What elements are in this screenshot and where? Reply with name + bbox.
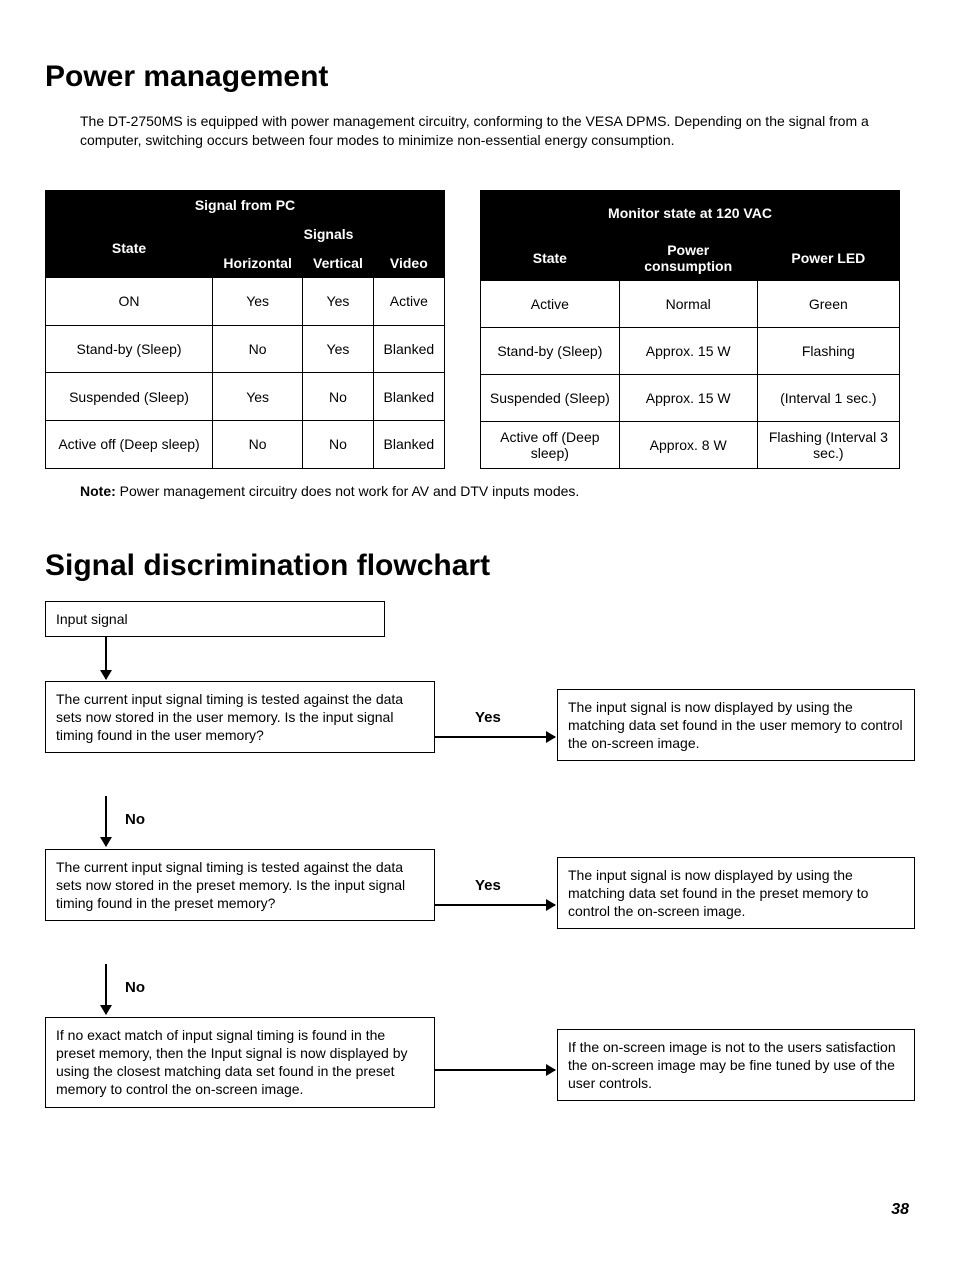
col-power-consumption: Power consumption <box>619 235 757 280</box>
page-number: 38 <box>45 1201 909 1219</box>
flowchart: Input signal The current input signal ti… <box>45 601 915 1171</box>
arrow-down-icon <box>105 796 107 846</box>
label-yes: Yes <box>475 709 501 726</box>
table-row: Suspended (Sleep)YesNoBlanked <box>46 373 445 421</box>
arrow-right-icon <box>435 1069 555 1071</box>
flow-box-user-memory-display: The input signal is now displayed by usi… <box>557 689 915 762</box>
label-yes: Yes <box>475 877 501 894</box>
heading-signal-discrimination: Signal discrimination flowchart <box>45 549 909 583</box>
arrow-right-icon <box>435 736 555 738</box>
label-no: No <box>125 979 145 996</box>
flow-box-preset-memory-test: The current input signal timing is teste… <box>45 849 435 922</box>
intro-paragraph: The DT-2750MS is equipped with power man… <box>80 112 909 150</box>
table-row: ONYesYesActive <box>46 277 445 325</box>
flow-box-user-memory-test: The current input signal timing is teste… <box>45 681 435 754</box>
col-power-led: Power LED <box>757 235 899 280</box>
table-signal-from-pc: Signal from PC State Signals Horizontal … <box>45 190 445 469</box>
flow-box-preset-memory-display: The input signal is now displayed by usi… <box>557 857 915 930</box>
col-state2: State <box>481 235 620 280</box>
table-monitor-state: Monitor state at 120 VAC State Power con… <box>480 190 900 469</box>
col-signals: Signals <box>213 219 445 248</box>
flow-box-input-signal: Input signal <box>45 601 385 637</box>
flow-box-closest-match: If no exact match of input signal timing… <box>45 1017 435 1108</box>
note-label: Note: <box>80 483 120 499</box>
table-row: Stand-by (Sleep)NoYesBlanked <box>46 325 445 373</box>
table-row: ActiveNormalGreen <box>481 280 900 327</box>
table-row: Stand-by (Sleep)Approx. 15 WFlashing <box>481 327 900 374</box>
heading-power-management: Power management <box>45 60 909 94</box>
col-video: Video <box>373 248 444 277</box>
col-state: State <box>46 219 213 277</box>
table2-caption: Monitor state at 120 VAC <box>481 190 900 235</box>
arrow-right-icon <box>435 904 555 906</box>
table1-caption: Signal from PC <box>46 190 445 219</box>
label-no: No <box>125 811 145 828</box>
note-text: Power management circuitry does not work… <box>120 483 580 499</box>
tables-container: Signal from PC State Signals Horizontal … <box>45 190 909 469</box>
arrow-down-icon <box>105 637 107 679</box>
table-row: Active off (Deep sleep)NoNoBlanked <box>46 421 445 469</box>
arrow-down-icon <box>105 964 107 1014</box>
flow-box-fine-tune: If the on-screen image is not to the use… <box>557 1029 915 1102</box>
col-vertical: Vertical <box>303 248 373 277</box>
table-row: Active off (Deep sleep)Approx. 8 WFlashi… <box>481 421 900 468</box>
table-row: Suspended (Sleep)Approx. 15 W(Interval 1… <box>481 374 900 421</box>
col-horizontal: Horizontal <box>213 248 303 277</box>
note: Note: Power management circuitry does no… <box>80 483 909 499</box>
